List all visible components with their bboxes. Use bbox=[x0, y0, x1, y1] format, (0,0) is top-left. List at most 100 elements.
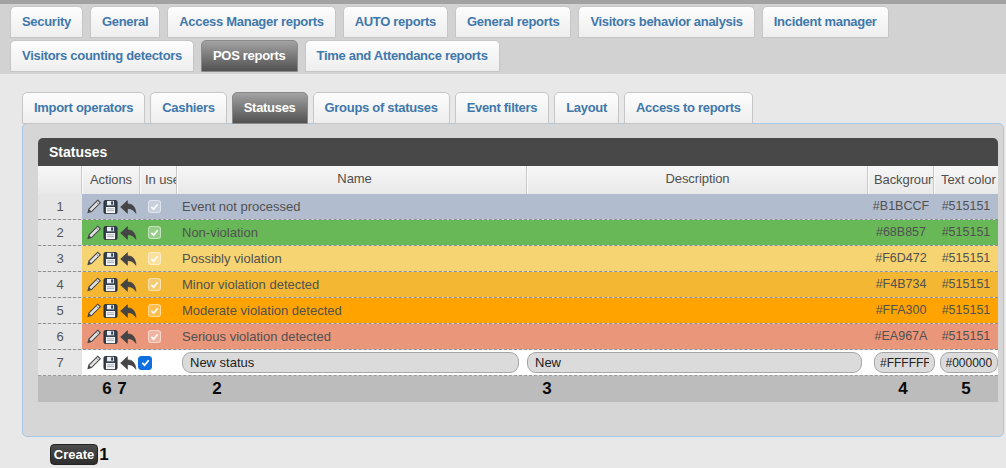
in-use-checkbox[interactable] bbox=[148, 226, 161, 239]
annotation-3: 3 bbox=[542, 376, 551, 401]
save-floppy-icon[interactable] bbox=[102, 199, 119, 215]
panel-title: Statuses bbox=[38, 138, 998, 166]
row-number: 3 bbox=[38, 246, 82, 271]
tab-visitors-behavior-analysis[interactable]: Visitors behavior analysis bbox=[578, 6, 754, 38]
subtab-statuses[interactable]: Statuses bbox=[232, 92, 308, 124]
undo-arrow-icon[interactable] bbox=[119, 199, 137, 215]
create-button[interactable]: Create bbox=[50, 444, 98, 465]
tab-time-and-attendance-reports[interactable]: Time and Attendance reports bbox=[305, 40, 500, 72]
in-use-checkbox[interactable] bbox=[148, 252, 161, 265]
edit-pencil-icon[interactable] bbox=[85, 303, 102, 319]
status-description bbox=[527, 220, 868, 245]
table-header-row: Actions In use Name Description Backgrou… bbox=[38, 166, 998, 194]
annotation-7: 7 bbox=[117, 376, 126, 401]
status-description bbox=[527, 324, 868, 349]
status-name: Possibly violation bbox=[177, 246, 527, 271]
header-text-color: Text color bbox=[934, 166, 998, 194]
row-number: 1 bbox=[38, 194, 82, 219]
main-tabs-row-2: Visitors counting detectors POS reports … bbox=[10, 40, 500, 72]
row-actions bbox=[82, 350, 140, 375]
header-in-use: In use bbox=[140, 166, 177, 194]
in-use-checkbox[interactable] bbox=[148, 200, 161, 213]
subtab-event-filters[interactable]: Event filters bbox=[455, 92, 550, 124]
subtab-groups-of-statuses[interactable]: Groups of statuses bbox=[313, 92, 450, 124]
statuses-panel: Statuses Actions In use Name Description… bbox=[22, 123, 1004, 437]
row-number: 7 bbox=[38, 350, 82, 375]
edit-pencil-icon[interactable] bbox=[85, 355, 102, 371]
undo-arrow-icon[interactable] bbox=[119, 251, 137, 267]
text-color-hex: #515151 bbox=[934, 194, 998, 219]
in-use-checkbox[interactable] bbox=[148, 278, 161, 291]
save-floppy-icon[interactable] bbox=[102, 329, 119, 345]
row-number: 5 bbox=[38, 298, 82, 323]
subtab-access-to-reports[interactable]: Access to reports bbox=[624, 92, 753, 124]
in-use-checkbox[interactable] bbox=[138, 356, 152, 370]
status-name: Moderate violation detected bbox=[177, 298, 527, 323]
background-hex: #68B857 bbox=[868, 220, 934, 245]
tab-access-manager-reports[interactable]: Access Manager reports bbox=[167, 6, 335, 38]
text-color-hex: #515151 bbox=[934, 324, 998, 349]
tab-visitors-counting-detectors[interactable]: Visitors counting detectors bbox=[10, 40, 194, 72]
background-hex: #FFA300 bbox=[868, 298, 934, 323]
subtab-cashiers[interactable]: Cashiers bbox=[150, 92, 227, 124]
save-floppy-icon[interactable] bbox=[102, 251, 119, 267]
new-status-name-input[interactable] bbox=[182, 352, 519, 373]
header-actions: Actions bbox=[82, 166, 140, 194]
status-row-6: 6 Serious violation detected #EA967A #51… bbox=[38, 324, 998, 350]
status-name: Serious violation detected bbox=[177, 324, 527, 349]
subtab-import-operators[interactable]: Import operators bbox=[22, 92, 145, 124]
main-tabs-row-1: Security General Access Manager reports … bbox=[10, 6, 889, 38]
undo-arrow-icon[interactable] bbox=[119, 277, 137, 293]
undo-arrow-icon[interactable] bbox=[119, 355, 137, 371]
status-description bbox=[527, 194, 868, 219]
undo-arrow-icon[interactable] bbox=[119, 225, 137, 241]
subtab-layout[interactable]: Layout bbox=[554, 92, 619, 124]
header-background: Background bbox=[868, 166, 934, 194]
text-color-hex: #515151 bbox=[934, 246, 998, 271]
in-use-checkbox[interactable] bbox=[148, 304, 161, 317]
tab-auto-reports[interactable]: AUTO reports bbox=[343, 6, 448, 38]
status-row-4: 4 Minor violation detected #F4B734 #5151… bbox=[38, 272, 998, 298]
row-actions bbox=[82, 298, 140, 323]
edit-pencil-icon[interactable] bbox=[85, 251, 102, 267]
edit-pencil-icon[interactable] bbox=[85, 329, 102, 345]
new-status-text-color-input[interactable] bbox=[940, 352, 998, 373]
tab-security[interactable]: Security bbox=[10, 6, 83, 38]
background-hex: #F4B734 bbox=[868, 272, 934, 297]
status-name: Event not processed bbox=[177, 194, 527, 219]
annotation-4: 4 bbox=[898, 376, 907, 401]
status-row-2: 2 Non-violation #68B857 #515151 bbox=[38, 220, 998, 246]
undo-arrow-icon[interactable] bbox=[119, 329, 137, 345]
background-hex: #B1BCCF bbox=[868, 194, 934, 219]
status-name: Non-violation bbox=[177, 220, 527, 245]
in-use-checkbox[interactable] bbox=[148, 330, 161, 343]
row-number: 2 bbox=[38, 220, 82, 245]
edit-pencil-icon[interactable] bbox=[85, 225, 102, 241]
header-row-number bbox=[38, 166, 82, 194]
new-status-background-input[interactable] bbox=[874, 352, 935, 373]
header-name: Name bbox=[177, 166, 527, 194]
undo-arrow-icon[interactable] bbox=[119, 303, 137, 319]
save-floppy-icon[interactable] bbox=[102, 303, 119, 319]
tab-general[interactable]: General bbox=[90, 6, 160, 38]
edit-pencil-icon[interactable] bbox=[85, 277, 102, 293]
pos-reports-subtabs: Import operators Cashiers Statuses Group… bbox=[22, 92, 753, 124]
edit-pencil-icon[interactable] bbox=[85, 199, 102, 215]
save-floppy-icon[interactable] bbox=[102, 355, 119, 371]
tab-pos-reports[interactable]: POS reports bbox=[201, 40, 298, 72]
row-actions bbox=[82, 272, 140, 297]
status-row-1: 1 Event not processed #B1BCCF #515151 bbox=[38, 194, 998, 220]
status-row-5: 5 Moderate violation detected #FFA300 #5… bbox=[38, 298, 998, 324]
save-floppy-icon[interactable] bbox=[102, 225, 119, 241]
save-floppy-icon[interactable] bbox=[102, 277, 119, 293]
new-status-description-input[interactable] bbox=[527, 352, 862, 373]
annotation-1: 1 bbox=[99, 444, 108, 465]
tab-general-reports[interactable]: General reports bbox=[455, 6, 571, 38]
status-description bbox=[527, 246, 868, 271]
annotation-strip: 6 7 2 3 4 5 bbox=[38, 376, 998, 402]
background-hex: #F6D472 bbox=[868, 246, 934, 271]
row-actions bbox=[82, 324, 140, 349]
background-hex: #EA967A bbox=[868, 324, 934, 349]
header-description: Description bbox=[527, 166, 868, 194]
tab-incident-manager[interactable]: Incident manager bbox=[762, 6, 889, 38]
